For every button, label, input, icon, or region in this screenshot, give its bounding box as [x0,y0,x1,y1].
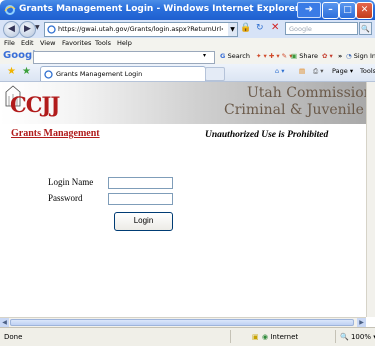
add-favorite-icon[interactable]: ★ [22,66,31,77]
status-divider [335,330,336,343]
search-icon[interactable]: 🔍 [359,22,372,35]
security-zone[interactable]: ◉ Internet [262,333,298,341]
refresh-icon[interactable]: ↻ [256,23,264,33]
vertical-scrollbar[interactable] [366,82,375,317]
zoom-value: 100% [350,333,371,341]
stop-icon[interactable]: ✕ [271,22,279,33]
lock-status-icon[interactable]: ▣ [252,333,259,341]
zoom-level[interactable]: 🔍 100% ▾ [340,333,375,341]
window-title: Grants Management Login - Windows Intern… [19,4,300,14]
login-name-field[interactable] [108,177,173,189]
google-toolbar: Google ▾ G Search ✦ ▾ ✚ ▾ ✎ ▾ ▣ Share ✿ … [0,49,375,65]
password-field[interactable] [108,193,173,205]
print-icon[interactable]: ⎙ ▾ [313,67,324,76]
tab-grants-management-login[interactable]: Grants Management Login [40,66,206,81]
new-tab-button[interactable] [205,67,225,81]
address-dropdown-icon[interactable]: ▼ [228,23,237,36]
menu-file[interactable]: File [4,39,15,47]
scroll-thumb[interactable] [10,319,354,326]
status-divider [230,330,231,343]
tab-bar: ★ ★ Grants Management Login ⌂ ▾ ▤ ⎙ ▾ Pa… [0,64,375,82]
minimize-button[interactable]: – [322,2,339,19]
sign-in-button[interactable]: ◔ Sign In [346,52,375,60]
share-label: Share [299,52,318,60]
tools-menu-label: Tools [360,67,375,75]
back-button[interactable]: ◀ [3,21,20,38]
unauthorized-warning: Unauthorized Use is Prohibited [205,130,329,140]
home-icon[interactable]: ⌂ ▾ [275,67,284,75]
extras-icon[interactable]: ✿ ▾ [322,52,333,60]
google-tools-icons[interactable]: ✦ ▾ ✚ ▾ ✎ ▾ [256,52,292,60]
google-dropdown-icon[interactable]: ▾ [203,52,206,59]
menu-edit[interactable]: Edit [21,39,34,47]
forward-button[interactable]: ▶ [19,21,36,38]
share-icon: ▣ [291,52,300,60]
page-icon [47,25,56,34]
address-url[interactable]: https://gwai.utah.gov/Grants/login.aspx?… [58,25,223,33]
maximize-button[interactable]: □ [339,2,356,19]
share-button[interactable]: ▣ Share [291,52,318,60]
password-label: Password [48,193,83,203]
close-button[interactable]: ✕ [356,2,373,19]
zoom-icon: 🔍 [340,333,351,341]
menu-tools[interactable]: Tools [95,39,111,47]
agency-name-line1: Utah Commission [247,85,366,101]
sign-in-label: Sign In [353,52,375,60]
scroll-left-icon[interactable]: ◀ [0,318,9,327]
grants-management-link[interactable]: Grants Management [11,128,100,139]
google-g-icon: G [220,52,228,60]
history-dropdown-icon[interactable]: ▼ [35,24,40,31]
tab-label: Grants Management Login [56,70,143,78]
page-menu-label: Page [332,67,348,75]
internet-explorer-icon [4,5,16,15]
menu-bar: File Edit View Favorites Tools Help [0,38,375,49]
go-arrow-button[interactable]: ➜ [297,2,321,18]
lock-icon[interactable]: 🔒 [240,23,251,34]
menu-favorites[interactable]: Favorites [62,39,91,47]
wrench-icon: ◔ [346,52,354,60]
address-bar[interactable]: https://gwai.utah.gov/Grants/login.aspx?… [44,22,238,37]
google-search-label: Search [227,52,250,60]
login-button[interactable]: Login [114,212,173,231]
google-search-button[interactable]: G Search [220,52,250,60]
horizontal-scrollbar[interactable]: ◀ ▶ [0,317,366,327]
address-toolbar: ◀ ▶ ▼ https://gwai.utah.gov/Grants/login… [0,20,375,39]
scroll-right-icon[interactable]: ▶ [357,318,366,327]
agency-name-line2: Criminal & Juvenile Jus [224,102,366,118]
favorites-star-icon[interactable]: ★ [7,66,16,77]
menu-view[interactable]: View [40,39,55,47]
login-name-label: Login Name [48,177,94,187]
google-search-input[interactable] [33,51,215,64]
feeds-icon[interactable]: ▤ [299,67,305,75]
page-content: CCJJ Utah Commission Criminal & Juvenile… [0,82,366,317]
page-menu-button[interactable]: Page ▾ [332,67,353,75]
ccjj-logo[interactable]: CCJJ [10,92,60,117]
agency-banner: CCJJ Utah Commission Criminal & Juvenile… [0,82,366,124]
zone-label: Internet [270,333,299,341]
status-text: Done [4,333,23,341]
tools-menu-button[interactable]: Tools ▾ [360,67,375,75]
page-icon [44,70,53,79]
menu-help[interactable]: Help [117,39,132,47]
more-chevron-icon[interactable]: » [338,52,342,60]
search-input[interactable]: Google [285,22,358,35]
status-bar: Done ▣ ◉ Internet 🔍 100% ▾ [0,327,375,346]
window-title-bar[interactable]: Grants Management Login - Windows Intern… [0,0,375,20]
